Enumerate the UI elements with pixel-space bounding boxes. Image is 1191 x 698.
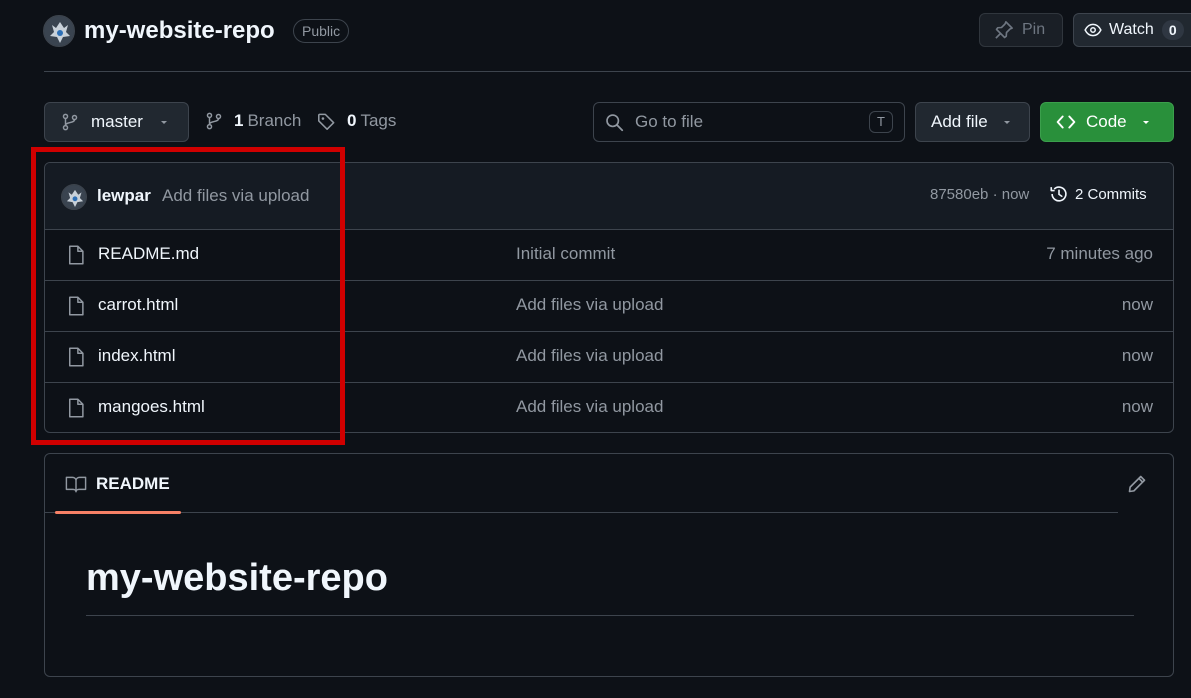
commit-author[interactable]: lewpar — [97, 186, 151, 206]
file-name[interactable]: index.html — [98, 346, 175, 366]
file-icon — [69, 347, 84, 367]
tags-link[interactable]: 0 Tags — [317, 111, 396, 131]
readme-panel: README my-website-repo — [44, 453, 1174, 677]
readme-tab-label: README — [96, 474, 170, 493]
tag-word: Tags — [360, 111, 397, 130]
code-label: Code — [1086, 112, 1127, 131]
commits-count-label: 2 Commits — [1075, 185, 1147, 203]
branches-link[interactable]: 1 Branch — [205, 111, 301, 131]
go-to-file-input[interactable]: Go to file T — [593, 102, 905, 142]
file-commit-message[interactable]: Add files via upload — [516, 346, 663, 366]
commits-history-link[interactable]: 2 Commits — [1049, 184, 1147, 204]
file-name[interactable]: mangoes.html — [98, 397, 205, 417]
file-commit-message[interactable]: Initial commit — [516, 244, 615, 264]
readme-tab[interactable]: README — [65, 474, 170, 494]
watch-label: Watch — [1109, 21, 1154, 38]
latest-commit-bar: lewpar Add files via upload 87580eb · no… — [45, 163, 1173, 230]
visibility-badge: Public — [293, 19, 350, 43]
search-icon — [606, 113, 624, 131]
avatar-image — [62, 185, 86, 209]
pencil-icon — [1128, 475, 1146, 493]
repo-name-link[interactable]: my-website-repo — [84, 16, 275, 46]
file-list: lewpar Add files via upload 87580eb · no… — [44, 162, 1174, 433]
file-name[interactable]: README.md — [98, 244, 199, 264]
commit-author-avatar[interactable] — [61, 184, 87, 210]
file-icon — [69, 398, 84, 418]
add-file-label: Add file — [931, 112, 988, 131]
book-icon — [65, 476, 87, 493]
file-commit-time: now — [1121, 397, 1153, 416]
file-icon — [69, 245, 84, 265]
go-to-file-placeholder: Go to file — [635, 112, 704, 131]
readme-heading-rule — [86, 615, 1134, 616]
add-file-button[interactable]: Add file — [915, 102, 1030, 142]
file-commit-time: 7 minutes ago — [1046, 244, 1153, 263]
commit-hash-time[interactable]: 87580eb · now — [930, 186, 1029, 203]
commit-message[interactable]: Add files via upload — [162, 186, 309, 206]
code-button[interactable]: Code — [1040, 102, 1174, 142]
file-row[interactable]: carrot.html Add files via upload now — [45, 281, 1173, 332]
avatar-image — [44, 16, 74, 46]
git-branch-icon — [62, 113, 78, 131]
readme-tab-underline — [55, 511, 181, 514]
watch-count: 0 — [1161, 20, 1184, 40]
file-row[interactable]: index.html Add files via upload now — [45, 332, 1173, 383]
file-icon — [69, 296, 84, 316]
file-name[interactable]: carrot.html — [98, 295, 178, 315]
code-icon — [1056, 115, 1076, 129]
file-commit-time: now — [1121, 346, 1153, 365]
edit-readme-button[interactable] — [1127, 474, 1147, 494]
git-branch-icon — [206, 112, 222, 130]
tag-count: 0 — [347, 111, 357, 130]
repo-owner-avatar[interactable] — [43, 15, 75, 47]
readme-tab-divider — [45, 512, 1118, 513]
branch-select-button[interactable]: master — [44, 102, 189, 142]
file-commit-message[interactable]: Add files via upload — [516, 295, 663, 315]
tag-icon — [318, 113, 335, 130]
file-row[interactable]: mangoes.html Add files via upload now — [45, 383, 1173, 432]
keyboard-shortcut-hint: T — [869, 111, 893, 133]
header-divider — [44, 71, 1191, 72]
branch-name: master — [91, 112, 143, 131]
pin-icon — [995, 21, 1013, 39]
file-commit-message[interactable]: Add files via upload — [516, 397, 663, 417]
branch-count: 1 — [234, 111, 244, 130]
chevron-down-icon — [160, 121, 167, 124]
readme-heading: my-website-repo — [86, 557, 388, 599]
watch-button[interactable]: Watch 0 — [1073, 13, 1191, 47]
pin-button[interactable]: Pin — [979, 13, 1063, 47]
chevron-down-icon — [1003, 121, 1010, 124]
file-commit-time: now — [1121, 295, 1153, 314]
chevron-down-icon — [1142, 121, 1149, 124]
pin-label: Pin — [1022, 21, 1046, 38]
branch-word: Branch — [247, 111, 302, 130]
file-row[interactable]: README.md Initial commit 7 minutes ago — [45, 230, 1173, 281]
eye-icon — [1084, 23, 1102, 37]
history-icon — [1050, 186, 1067, 202]
